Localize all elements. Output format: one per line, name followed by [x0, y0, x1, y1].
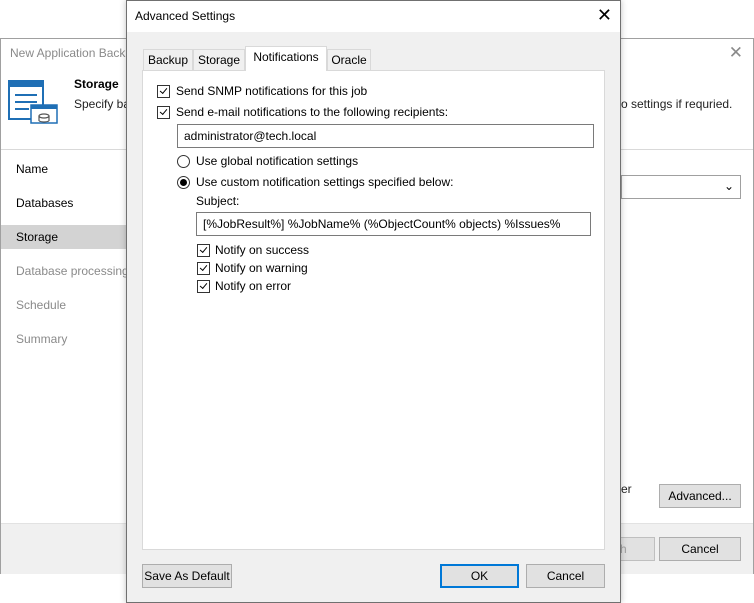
- tab-label: Backup: [147, 53, 189, 67]
- advanced-settings-dialog: Advanced Settings ✕ Backup Storage Notif…: [126, 0, 621, 603]
- nav-item-label: Schedule: [16, 298, 67, 312]
- tab-label: Storage: [197, 53, 241, 67]
- tab-label: Notifications: [253, 50, 319, 64]
- wizard-nav: Name Databases Storage Database processi…: [1, 151, 127, 531]
- dialog-titlebar: Advanced Settings ✕: [127, 1, 620, 32]
- nav-item-label: Name: [16, 162, 49, 176]
- ok-button[interactable]: OK: [440, 564, 519, 588]
- save-as-default-button[interactable]: Save As Default: [142, 564, 232, 588]
- custom-settings-radio[interactable]: [177, 176, 190, 189]
- nav-item-schedule[interactable]: Schedule: [1, 293, 127, 317]
- checkmark-icon: [159, 107, 168, 115]
- close-icon[interactable]: ✕: [597, 5, 612, 25]
- background-dropdown[interactable]: ⌄: [621, 175, 741, 199]
- subject-input[interactable]: [%JobResult%] %JobName% (%ObjectCount% o…: [196, 212, 591, 236]
- radio-dot-icon: [180, 179, 187, 186]
- snmp-checkbox-label: Send SNMP notifications for this job: [176, 84, 368, 98]
- tab-backup[interactable]: Backup: [143, 49, 193, 71]
- tab-storage[interactable]: Storage: [193, 49, 245, 71]
- background-window-title: New Application Back: [10, 46, 126, 60]
- notifications-panel: Send SNMP notifications for this job Sen…: [142, 70, 605, 550]
- snmp-checkbox[interactable]: [157, 85, 170, 98]
- global-settings-radio-label: Use global notification settings: [196, 154, 359, 168]
- dialog-title: Advanced Settings: [135, 9, 236, 23]
- notify-success-label: Notify on success: [215, 243, 310, 257]
- tab-label: Oracle: [331, 53, 367, 67]
- recipients-input[interactable]: administrator@tech.local: [177, 124, 594, 148]
- nav-item-label: Storage: [16, 230, 59, 244]
- notify-success-checkbox[interactable]: [197, 244, 210, 257]
- background-header-description-tail: o settings if requried.: [621, 97, 733, 111]
- tab-notifications[interactable]: Notifications: [245, 46, 327, 71]
- nav-item-database-processing[interactable]: Database processing: [1, 259, 127, 283]
- global-settings-radio[interactable]: [177, 155, 190, 168]
- checkmark-icon: [199, 263, 208, 271]
- background-header-title: Storage: [74, 77, 119, 91]
- custom-settings-radio-label: Use custom notification settings specifi…: [196, 175, 454, 189]
- nav-item-summary[interactable]: Summary: [1, 327, 127, 351]
- email-checkbox-label: Send e-mail notifications to the followi…: [176, 105, 449, 119]
- background-cancel-button[interactable]: Cancel: [659, 537, 741, 561]
- advanced-button[interactable]: Advanced...: [659, 484, 741, 508]
- notify-warning-checkbox[interactable]: [197, 262, 210, 275]
- checkmark-icon: [199, 245, 208, 253]
- nav-item-name[interactable]: Name: [1, 157, 127, 181]
- notify-error-label: Notify on error: [215, 279, 292, 293]
- checkmark-icon: [159, 86, 168, 94]
- chevron-down-icon: ⌄: [723, 179, 734, 193]
- cancel-button[interactable]: Cancel: [526, 564, 605, 588]
- nav-item-databases[interactable]: Databases: [1, 191, 127, 215]
- email-checkbox[interactable]: [157, 106, 170, 119]
- nav-item-storage[interactable]: Storage: [1, 225, 127, 249]
- nav-item-label: Summary: [16, 332, 68, 346]
- background-header-description: Specify ba: [74, 97, 131, 111]
- notify-error-checkbox[interactable]: [197, 280, 210, 293]
- background-partial-text: er: [621, 482, 632, 496]
- subject-label: Subject:: [196, 194, 240, 208]
- tab-oracle[interactable]: Oracle: [327, 49, 371, 71]
- notify-warning-label: Notify on warning: [215, 261, 308, 275]
- checkmark-icon: [199, 281, 208, 289]
- nav-item-label: Database processing: [16, 264, 127, 278]
- background-close-icon[interactable]: ✕: [729, 43, 743, 63]
- nav-item-label: Databases: [16, 196, 74, 210]
- storage-icon: [8, 80, 58, 124]
